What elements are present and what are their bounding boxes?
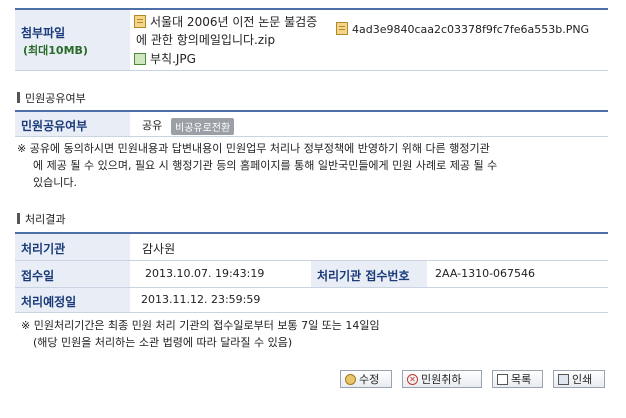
- receipt-no-value: 2AA-1310-067546: [435, 267, 536, 280]
- attachment-file-3[interactable]: 부칙.JPG: [134, 50, 196, 67]
- agency-label: 처리기관: [21, 242, 66, 256]
- withdraw-button[interactable]: ✕ 민원취하: [402, 370, 482, 388]
- attachment-file-1-line1[interactable]: 서울대 2006년 이전 논문 불검증: [150, 15, 317, 29]
- sharing-bottom-border: [15, 136, 608, 137]
- received-value: 2013.10.07. 19:43:19: [145, 267, 265, 280]
- attachment-file-1-line2[interactable]: 에 관한 항의메일입니다.zip: [136, 31, 275, 48]
- edit-button-label[interactable]: 수정: [359, 371, 379, 387]
- section-bullet-icon: [17, 92, 20, 103]
- print-button[interactable]: 인쇄: [553, 370, 605, 388]
- attachments-label-cell: 첨부파일 (최대10MB): [15, 10, 130, 70]
- result-bottom-border: [15, 312, 608, 313]
- sharing-notice-line3: 있습니다.: [33, 176, 77, 189]
- png-file-icon: [336, 22, 348, 35]
- sharing-label: 민원공유여부: [21, 119, 88, 133]
- due-label-cell: 처리예정일: [15, 288, 130, 312]
- receipt-no-label: 처리기관 접수번호: [317, 269, 410, 283]
- agency-value: 감사원: [142, 242, 176, 256]
- cancel-icon: ✕: [407, 373, 418, 385]
- image-file-icon: [134, 53, 146, 65]
- receipt-no-label-cell: 처리기관 접수번호: [311, 261, 427, 287]
- attachment-file-3-name[interactable]: 부칙.JPG: [150, 52, 196, 66]
- attachment-file-1[interactable]: 서울대 2006년 이전 논문 불검증: [134, 13, 317, 30]
- withdraw-button-label[interactable]: 민원취하: [421, 371, 461, 387]
- list-button[interactable]: 목록: [492, 370, 543, 388]
- printer-icon: [558, 373, 569, 385]
- list-button-label[interactable]: 목록: [511, 371, 531, 387]
- due-value: 2013.11.12. 23:59:59: [141, 293, 261, 306]
- sharing-section-title: 민원공유여부: [17, 90, 86, 106]
- attachment-file-2-name[interactable]: 4ad3e9840caa2c03378f9fc7fe6a553b.PNG: [352, 23, 589, 36]
- attachments-size-limit: (최대10MB): [23, 44, 88, 57]
- result-notice-line2: (해당 민원을 처리하는 소관 법령에 따라 달라질 수 있음): [33, 336, 293, 349]
- list-icon: [497, 373, 508, 385]
- result-section-title: 처리결과: [17, 211, 65, 227]
- agency-label-cell: 처리기관: [15, 234, 130, 260]
- sharing-label-cell: 민원공유여부: [15, 112, 130, 136]
- sharing-value: 공유: [142, 119, 163, 132]
- result-section-title-text: 처리결과: [25, 213, 66, 226]
- zip-file-icon: [134, 15, 146, 28]
- received-label: 접수일: [21, 269, 55, 283]
- print-button-label[interactable]: 인쇄: [572, 371, 592, 387]
- edit-button[interactable]: 수정: [340, 370, 392, 388]
- section-bullet-icon: [17, 213, 20, 224]
- switch-to-private-button[interactable]: 비공유로전환: [171, 118, 235, 135]
- attachments-label: 첨부파일: [21, 26, 66, 40]
- sharing-notice-line1: ※ 공유에 동의하시면 민원내용과 답변내용이 민원업무 처리나 정부정책에 반…: [17, 142, 490, 155]
- attachment-file-2[interactable]: 4ad3e9840caa2c03378f9fc7fe6a553b.PNG: [336, 22, 589, 36]
- received-label-cell: 접수일: [15, 261, 130, 287]
- sharing-notice-line2: 에 제공 될 수 있으며, 필요 시 행정기관 등의 홈페이지를 통해 일반국민…: [33, 159, 498, 172]
- sharing-section-title-text: 민원공유여부: [25, 92, 86, 105]
- result-notice-line1: ※ 민원처리기간은 최종 민원 처리 기관의 접수일로부터 보통 7일 또는 1…: [21, 319, 380, 332]
- due-label: 처리예정일: [21, 295, 77, 309]
- attachments-bottom-border: [15, 70, 608, 71]
- pencil-icon: [345, 373, 356, 385]
